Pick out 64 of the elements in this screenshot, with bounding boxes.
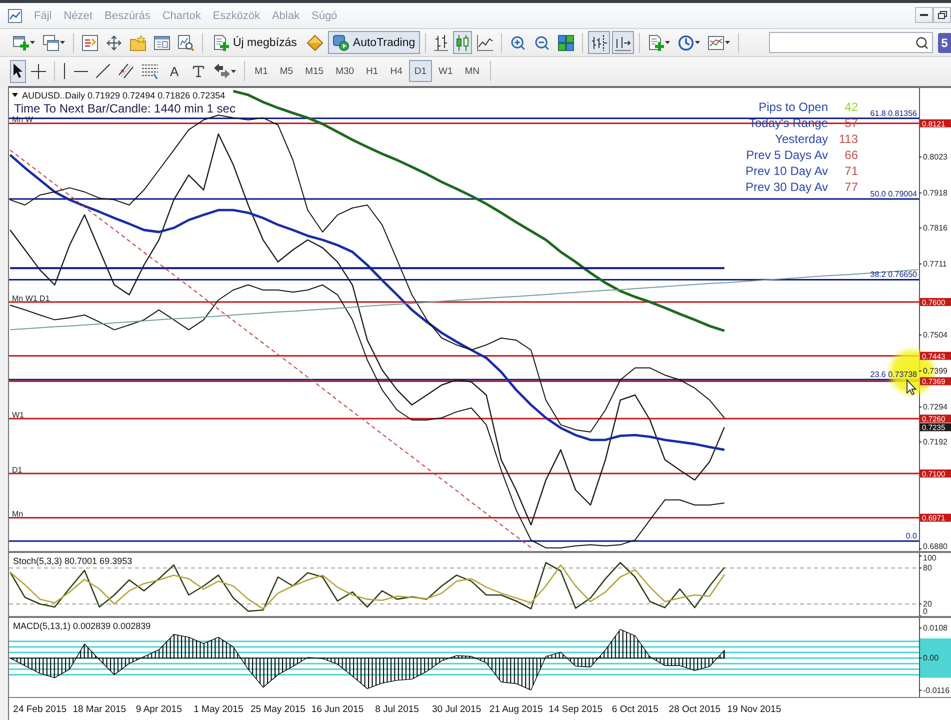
stat-label: Prev 5 Days Av bbox=[746, 147, 828, 163]
axis-label: 100 bbox=[919, 554, 936, 563]
date-label: 1 May 2015 bbox=[194, 704, 244, 715]
axis-label: 0.7816 bbox=[919, 224, 948, 233]
axis-label: 0.7294 bbox=[919, 402, 948, 412]
stat-label: Prev 30 Day Av bbox=[746, 179, 828, 195]
y-tick-label: 0.6880 bbox=[923, 542, 948, 551]
date-label: 25 May 2015 bbox=[250, 704, 306, 715]
date-label: 28 Oct 2015 bbox=[668, 704, 721, 715]
y-tick-label: 0.7504 bbox=[923, 330, 948, 340]
y-tick-label: 0.7711 bbox=[923, 260, 948, 269]
stat-value: 42 bbox=[844, 99, 858, 115]
date-label: 21 Aug 2015 bbox=[489, 704, 543, 715]
y-tick-label: 0.00 bbox=[923, 654, 940, 663]
level-line-label: D1 bbox=[12, 465, 22, 474]
level-line-label: Mn bbox=[12, 510, 24, 519]
fibonacci-label: 50.0 0.79004 bbox=[870, 189, 917, 198]
date-label: 30 Jul 2015 bbox=[432, 704, 482, 715]
axis-label: 0.7918 bbox=[919, 188, 948, 198]
date-label: 14 Sep 2015 bbox=[548, 704, 603, 715]
date-label: 16 Jun 2015 bbox=[311, 704, 364, 715]
indicator-title: MACD(5,13,1) 0.002839 0.002839 bbox=[13, 621, 151, 631]
indicator-title: Stoch(5,3,3) 80.7001 69.3953 bbox=[13, 556, 132, 566]
axis-label: 0.7192 bbox=[919, 438, 948, 447]
y-tick-label: 0 bbox=[923, 607, 928, 616]
date-label: 18 Mar 2015 bbox=[72, 704, 126, 715]
stat-label: Yesterday bbox=[774, 131, 828, 147]
axis-label: 0.8023 bbox=[919, 152, 948, 162]
stat-label: Prev 10 Day Av bbox=[746, 163, 828, 179]
axis-label: 0.6880 bbox=[919, 542, 948, 551]
stat-value: 77 bbox=[844, 179, 858, 195]
date-label: 9 Apr 2015 bbox=[136, 704, 182, 715]
fibonacci-label: 0.0 bbox=[906, 532, 917, 541]
axis-label: 0.0108 bbox=[919, 624, 948, 633]
axis-label: 0 bbox=[919, 607, 928, 616]
stat-value: 113 bbox=[838, 131, 858, 147]
level-line-label: Mn W1 D1 bbox=[12, 294, 50, 303]
axis-label: 80 bbox=[919, 564, 932, 573]
axis-label: 20 bbox=[919, 600, 932, 609]
level-line-label: W1 bbox=[12, 410, 24, 420]
y-tick-label: 0.7816 bbox=[923, 224, 948, 233]
y-tick-label: 0.7192 bbox=[923, 438, 948, 447]
y-tick-label: 0.7918 bbox=[923, 188, 948, 198]
y-tick-label: 0.8023 bbox=[923, 152, 948, 162]
date-label: 6 Oct 2015 bbox=[612, 704, 658, 715]
date-label: 24 Feb 2015 bbox=[13, 704, 67, 715]
stat-label: Pips to Open bbox=[758, 99, 828, 115]
stat-value: 66 bbox=[844, 147, 858, 163]
timer-text: Time To Next Bar/Candle: 1440 min 1 sec bbox=[14, 102, 236, 116]
fibonacci-label: 61.8 0.81356 bbox=[870, 108, 917, 118]
axis-label: 0.00 bbox=[919, 654, 939, 663]
date-label: 19 Nov 2015 bbox=[727, 704, 782, 715]
y-tick-label: 0.7294 bbox=[923, 402, 948, 412]
stat-value: 71 bbox=[844, 163, 858, 179]
chart-title: AUDUSD..Daily 0.71929 0.72494 0.71826 0.72354 bbox=[22, 90, 226, 100]
axis-label: -0.0116 bbox=[919, 686, 950, 695]
date-label: 8 Jul 2015 bbox=[375, 704, 419, 715]
fibonacci-label: 38.2 0.76650 bbox=[870, 270, 917, 280]
y-tick-label: 100 bbox=[923, 554, 937, 563]
axis-label: 0.7504 bbox=[919, 330, 948, 340]
axis-label: 0.7711 bbox=[919, 260, 947, 269]
y-tick-label: 0.0108 bbox=[923, 624, 948, 633]
y-tick-label: 80 bbox=[923, 564, 932, 573]
y-tick-label: 20 bbox=[923, 600, 932, 609]
